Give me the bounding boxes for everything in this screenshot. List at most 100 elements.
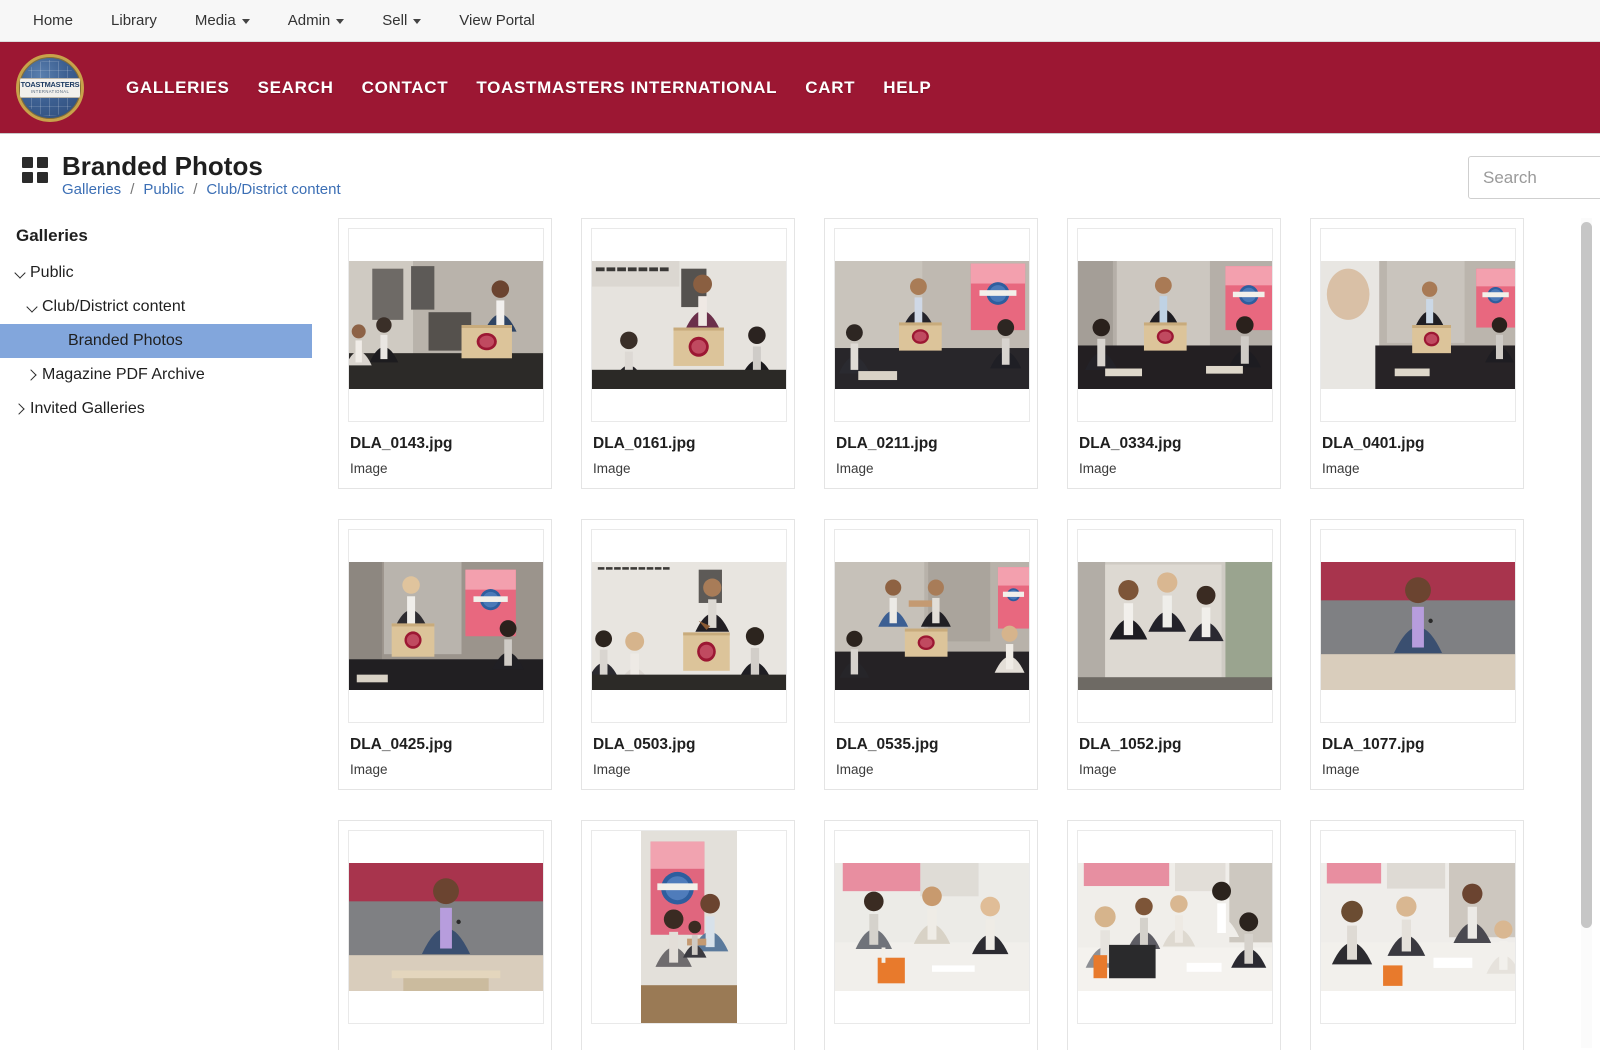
breadcrumb-item-galleries[interactable]: Galleries [62, 181, 121, 198]
grid-view-icon [22, 157, 48, 183]
thumbnail-photo [835, 562, 1029, 690]
topnav-item-library[interactable]: Library [92, 0, 176, 42]
search-input[interactable] [1468, 156, 1600, 199]
thumbnail[interactable] [348, 228, 544, 422]
breadcrumb-item-club-district-content[interactable]: Club/District content [206, 181, 340, 198]
gallery-card-filename [834, 1024, 1028, 1037]
chevron-right-icon[interactable] [26, 368, 40, 382]
gallery-content: DLA_0143.jpg Image DLA_0161.jpg Image DLA_02… [312, 212, 1600, 1050]
gallery-card[interactable]: DLA_0503.jpg Image [581, 519, 795, 790]
topnav-item-admin[interactable]: Admin [269, 0, 364, 42]
thumbnail[interactable] [591, 228, 787, 422]
gallery-card-filename: DLA_0425.jpg [350, 736, 453, 753]
gallery-card[interactable] [581, 820, 795, 1050]
thumbnail[interactable] [1077, 830, 1273, 1024]
sidebar-item-club-district-content[interactable]: Club/District content [0, 290, 312, 324]
thumbnail[interactable] [1077, 529, 1273, 723]
sidebar-item-invited-galleries[interactable]: Invited Galleries [0, 392, 312, 426]
gallery-card[interactable]: DLA_0401.jpg Image [1310, 218, 1524, 489]
chevron-down-icon [336, 19, 345, 24]
topnav-item-media[interactable]: Media [176, 0, 269, 42]
topnav-item-label: View Portal [459, 11, 535, 29]
gallery-card[interactable]: DLA_1077.jpg Image [1310, 519, 1524, 790]
gallery-card[interactable] [1067, 820, 1281, 1050]
gallery-card-type: Image [593, 762, 631, 777]
logo-banner: TOASTMASTERS INTERNATIONAL [20, 77, 80, 98]
gallery-card[interactable]: DLA_0161.jpg Image [581, 218, 795, 489]
thumbnail[interactable] [1077, 228, 1273, 422]
thumbnail[interactable] [591, 529, 787, 723]
gallery-card-type [834, 1037, 1028, 1050]
gallery-card[interactable]: DLA_0211.jpg Image [824, 218, 1038, 489]
chevron-right-icon[interactable] [14, 402, 28, 416]
thumbnail[interactable] [1320, 228, 1516, 422]
gallery-card-filename: DLA_0503.jpg [593, 736, 696, 753]
gallery-card-type: Image [1322, 461, 1360, 476]
thumbnail-photo [1321, 562, 1515, 690]
gallery-card-type: Image [593, 461, 631, 476]
gallery-card-type: Image [350, 461, 388, 476]
brandnav-item-help[interactable]: HELP [869, 78, 945, 98]
brandnav-item-galleries[interactable]: GALLERIES [112, 78, 244, 98]
chevron-down-icon[interactable] [26, 300, 40, 314]
thumbnail[interactable] [348, 830, 544, 1024]
brandnav-item-cart[interactable]: CART [791, 78, 869, 98]
gallery-card[interactable] [824, 820, 1038, 1050]
thumbnail[interactable] [834, 830, 1030, 1024]
thumbnail-photo [835, 863, 1029, 991]
breadcrumb-separator: / [130, 181, 135, 198]
galleries-sidebar: Galleries Public Club/District content Bra… [0, 212, 312, 1050]
gallery-card-type [348, 1037, 542, 1050]
gallery-card[interactable]: DLA_0143.jpg Image [338, 218, 552, 489]
sidebar-item-label: Branded Photos [68, 332, 183, 349]
thumbnail[interactable] [1320, 830, 1516, 1024]
grid-square-1 [22, 157, 33, 168]
breadcrumb: Galleries / Public / Club/District content [22, 181, 1600, 198]
gallery-card-filename [1320, 1024, 1514, 1037]
brandnav-item-search[interactable]: SEARCH [244, 78, 348, 98]
gallery-card-filename [348, 1024, 542, 1037]
grid-square-2 [37, 157, 48, 168]
gallery-card-filename: DLA_1052.jpg [1079, 736, 1182, 753]
gallery-card[interactable] [338, 820, 552, 1050]
sidebar-item-magazine-pdf-archive[interactable]: Magazine PDF Archive [0, 358, 312, 392]
gallery-card-type [1320, 1037, 1514, 1050]
gallery-card[interactable]: DLA_1052.jpg Image [1067, 519, 1281, 790]
breadcrumb-item-public[interactable]: Public [143, 181, 184, 198]
thumbnail[interactable] [591, 830, 787, 1024]
topnav-item-label: Home [33, 11, 74, 29]
gallery-card-filename: DLA_0211.jpg [836, 435, 938, 452]
thumbnail[interactable] [834, 228, 1030, 422]
search-container [1468, 156, 1600, 199]
gallery-card-filename: DLA_0161.jpg [593, 435, 696, 452]
gallery-card[interactable] [1310, 820, 1524, 1050]
vertical-scrollbar-thumb[interactable] [1581, 222, 1592, 928]
thumbnail-photo [1321, 863, 1515, 991]
sidebar-item-branded-photos[interactable]: Branded Photos [0, 324, 312, 358]
topnav-item-home[interactable]: Home [14, 0, 92, 42]
gallery-grid: DLA_0143.jpg Image DLA_0161.jpg Image DLA_02… [338, 218, 1600, 1050]
sidebar-item-public[interactable]: Public [0, 256, 312, 290]
thumbnail[interactable] [1320, 529, 1516, 723]
chevron-down-icon[interactable] [14, 266, 28, 280]
gallery-card[interactable]: DLA_0425.jpg Image [338, 519, 552, 790]
breadcrumb-separator: / [193, 181, 198, 198]
topnav-item-label: Library [111, 11, 157, 29]
thumbnail-photo [349, 863, 543, 991]
topnav-item-view-portal[interactable]: View Portal [440, 0, 554, 42]
toastmasters-logo-icon[interactable]: TOASTMASTERS INTERNATIONAL [16, 53, 84, 122]
sidebar-item-label: Invited Galleries [30, 400, 145, 417]
page-body: Galleries Public Club/District content Bra… [0, 212, 1600, 1050]
thumbnail[interactable] [348, 529, 544, 723]
gallery-card[interactable]: DLA_0334.jpg Image [1067, 218, 1281, 489]
thumbnail[interactable] [834, 529, 1030, 723]
grid-square-3 [22, 172, 33, 183]
brand-nav-items: GALLERIES SEARCH CONTACT TOASTMASTERS INTER… [112, 78, 945, 98]
topnav-item-label: Media [194, 11, 236, 29]
topnav-item-label: Admin [287, 11, 331, 29]
chevron-down-icon [241, 19, 250, 24]
gallery-card[interactable]: DLA_0535.jpg Image [824, 519, 1038, 790]
brandnav-item-contact[interactable]: CONTACT [348, 78, 463, 98]
topnav-item-sell[interactable]: Sell [363, 0, 440, 42]
brandnav-item-toastmasters-international[interactable]: TOASTMASTERS INTERNATIONAL [462, 78, 791, 98]
